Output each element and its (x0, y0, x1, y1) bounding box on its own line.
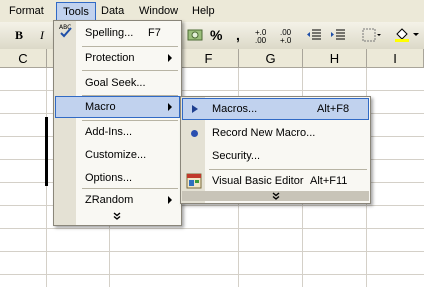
menu-item-macros[interactable]: Macros... Alt+F8 (182, 98, 369, 120)
menu-separator (82, 70, 178, 71)
menu-data[interactable]: Data (101, 4, 124, 19)
record-icon (191, 130, 198, 137)
menu-item-zrandom[interactable]: ZRandom (55, 189, 180, 211)
menu-expand-button[interactable] (182, 191, 369, 201)
menu-item-customize[interactable]: Customize... (55, 144, 180, 166)
menu-item-record-new-macro[interactable]: Record New Macro... (182, 122, 369, 144)
comma-button[interactable]: , (236, 26, 240, 44)
percent-button[interactable]: % (210, 26, 222, 44)
menu-item-label: Security... (212, 150, 261, 162)
column-header-c[interactable]: C (0, 49, 47, 68)
italic-button[interactable]: I (40, 26, 44, 44)
menu-item-label: Spelling... (85, 27, 134, 39)
menu-help[interactable]: Help (192, 4, 215, 19)
menu-item-visual-basic-editor[interactable]: Visual Basic Editor Alt+F11 (182, 170, 369, 192)
menu-item-label: ZRandom (85, 194, 134, 206)
menu-item-label: Macro (85, 101, 116, 113)
menu-item-label: Customize... (85, 149, 147, 161)
tools-menu: ABC Spelling... F7 Protection Goal Seek.… (53, 20, 182, 226)
menu-item-label: Visual Basic Editor (212, 175, 304, 187)
menu-item-label: Add-Ins... (85, 126, 133, 138)
decrease-indent-icon[interactable] (306, 26, 322, 44)
menu-window[interactable]: Window (139, 4, 178, 19)
spelling-icon: ABC (58, 22, 74, 48)
increase-indent-icon[interactable] (330, 26, 346, 44)
submenu-arrow-icon (168, 103, 172, 111)
decrease-decimal-button[interactable]: .00 +.0 (280, 29, 298, 47)
menu-item-label: Options... (85, 172, 133, 184)
column-header-i[interactable]: I (367, 49, 424, 68)
currency-icon[interactable] (187, 26, 203, 44)
selected-cell-border (45, 117, 48, 186)
menu-item-add-ins[interactable]: Add-Ins... (55, 121, 180, 143)
submenu-arrow-icon (168, 54, 172, 62)
menu-item-protection[interactable]: Protection (55, 47, 180, 69)
fill-color-icon[interactable] (394, 26, 422, 44)
chevron-down-icon (272, 192, 280, 200)
borders-icon[interactable] (362, 26, 382, 44)
submenu-arrow-icon (168, 196, 172, 204)
menu-bar: Format Tools Data Window Help (0, 0, 424, 22)
column-header-h[interactable]: H (303, 49, 367, 68)
menu-item-label: Macros... (212, 103, 258, 115)
menu-item-spelling[interactable]: ABC Spelling... F7 (55, 22, 180, 44)
increase-decimal-button[interactable]: +.0 .00 (255, 29, 273, 47)
menu-item-label: Goal Seek... (85, 77, 146, 89)
menu-item-options[interactable]: Options... (55, 167, 180, 189)
macro-submenu: Macros... Alt+F8 Record New Macro... Sec… (180, 96, 371, 204)
menu-item-shortcut: Alt+F8 (317, 103, 350, 115)
run-macro-icon (192, 105, 198, 113)
menu-item-macro[interactable]: Macro (55, 96, 180, 118)
menu-item-shortcut: Alt+F11 (310, 175, 348, 187)
menu-tools[interactable]: Tools (56, 2, 96, 21)
menu-expand-button[interactable] (55, 209, 180, 223)
column-header-f[interactable]: F (179, 49, 239, 68)
menu-item-security[interactable]: Security... (182, 145, 369, 167)
bold-button[interactable]: B (15, 26, 23, 44)
menu-item-label: Protection (85, 52, 135, 64)
menu-item-label: Record New Macro... (212, 127, 316, 139)
menu-format[interactable]: Format (9, 4, 44, 19)
chevron-down-icon (113, 212, 121, 220)
menu-item-goal-seek[interactable]: Goal Seek... (55, 72, 180, 94)
menu-item-shortcut: F7 (148, 27, 161, 39)
column-header-g[interactable]: G (239, 49, 303, 68)
